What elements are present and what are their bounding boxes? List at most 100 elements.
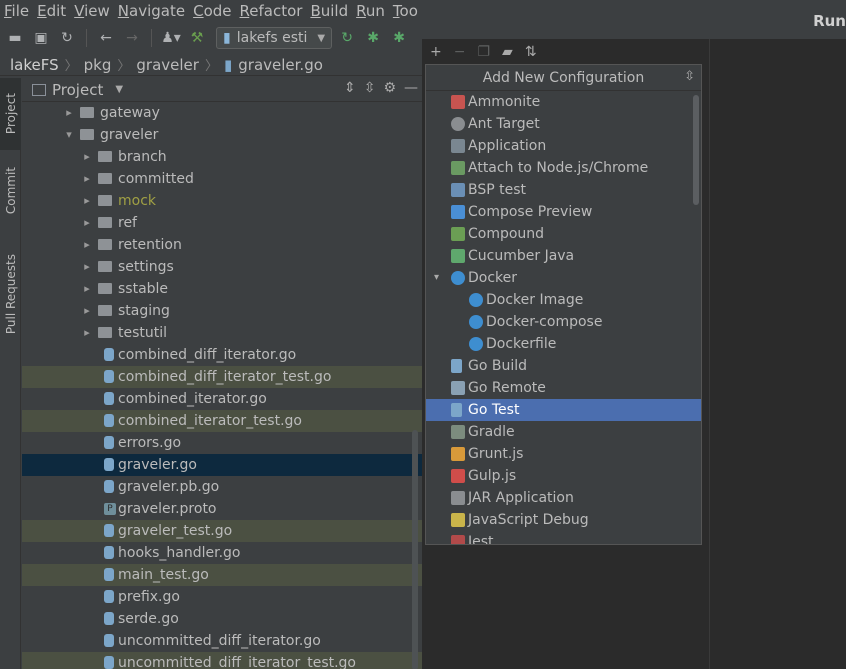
- copy-icon[interactable]: ❐: [477, 44, 490, 60]
- collapse-all-icon[interactable]: ⇳: [364, 80, 376, 96]
- chevron-right-icon[interactable]: ▸: [80, 322, 94, 344]
- breadcrumb-project[interactable]: lakeFS: [10, 56, 59, 74]
- remove-icon[interactable]: −: [454, 44, 466, 60]
- dialog-splitter[interactable]: [709, 39, 710, 669]
- tree-folder-row[interactable]: ▸ ref: [22, 212, 422, 234]
- chevron-right-icon[interactable]: ▸: [80, 146, 94, 168]
- tree-file-row[interactable]: errors.go: [22, 432, 422, 454]
- tree-file-row[interactable]: main_test.go: [22, 564, 422, 586]
- menu-item[interactable]: Edit: [37, 2, 72, 20]
- expand-all-icon[interactable]: ⇕: [344, 80, 356, 96]
- run-coverage-icon[interactable]: ✱: [388, 27, 410, 49]
- tree-file-row[interactable]: graveler_test.go: [22, 520, 422, 542]
- back-arrow-icon[interactable]: ←: [95, 27, 117, 49]
- run-configuration-selector[interactable]: ▮ lakefs esti ▼: [216, 27, 333, 49]
- configuration-type-item[interactable]: Docker Image: [426, 289, 701, 311]
- tool-window-tab-project[interactable]: Project: [0, 78, 21, 150]
- menu-item[interactable]: Navigate: [118, 2, 191, 20]
- configuration-type-item[interactable]: Go Remote: [426, 377, 701, 399]
- tree-folder-row[interactable]: ▸ committed: [22, 168, 422, 190]
- chevron-right-icon[interactable]: ▸: [80, 168, 94, 190]
- hide-icon[interactable]: —: [404, 80, 418, 96]
- configuration-type-item[interactable]: Grunt.js: [426, 443, 701, 465]
- tree-folder-row[interactable]: ▸ settings: [22, 256, 422, 278]
- chevron-right-icon[interactable]: ▸: [80, 190, 94, 212]
- configuration-type-item[interactable]: BSP test: [426, 179, 701, 201]
- configuration-type-item[interactable]: Dockerfile: [426, 333, 701, 355]
- tree-file-row[interactable]: combined_diff_iterator_test.go: [22, 366, 422, 388]
- chevron-right-icon[interactable]: ▸: [80, 256, 94, 278]
- configuration-type-item[interactable]: Go Build: [426, 355, 701, 377]
- popup-scrollbar[interactable]: [693, 95, 699, 205]
- tree-file-row[interactable]: combined_iterator.go: [22, 388, 422, 410]
- tree-folder-row[interactable]: ▸ mock: [22, 190, 422, 212]
- sync-icon[interactable]: ↻: [56, 27, 78, 49]
- menu-item[interactable]: File: [4, 2, 35, 20]
- project-tree-scrollbar[interactable]: [412, 430, 418, 669]
- user-dropdown-icon[interactable]: ♟▾: [160, 27, 182, 49]
- configuration-type-item[interactable]: Ant Target: [426, 113, 701, 135]
- gear-icon[interactable]: ⚙: [383, 80, 396, 96]
- open-folder-icon[interactable]: ▬: [4, 27, 26, 49]
- tree-file-row[interactable]: graveler.pb.go: [22, 476, 422, 498]
- menu-item[interactable]: Run: [356, 2, 391, 20]
- tool-window-tab-pull-requests[interactable]: Pull Requests: [0, 244, 21, 344]
- collapse-icon[interactable]: ⇳: [684, 69, 695, 84]
- configuration-type-item[interactable]: Gulp.js: [426, 465, 701, 487]
- menu-item[interactable]: Code: [193, 2, 237, 20]
- menu-item[interactable]: Too: [393, 2, 424, 20]
- tree-file-row[interactable]: combined_diff_iterator.go: [22, 344, 422, 366]
- configuration-type-item[interactable]: Jest: [426, 531, 701, 544]
- folder-icon[interactable]: ▰: [502, 44, 513, 60]
- save-icon[interactable]: ▣: [30, 27, 52, 49]
- chevron-right-icon[interactable]: ▸: [80, 234, 94, 256]
- sort-icon[interactable]: ⇅: [525, 44, 537, 60]
- tree-folder-row[interactable]: ▸ testutil: [22, 322, 422, 344]
- tree-folder-row[interactable]: ▸ retention: [22, 234, 422, 256]
- tree-file-row[interactable]: uncommitted_diff_iterator_test.go: [22, 652, 422, 669]
- configuration-type-item[interactable]: Application: [426, 135, 701, 157]
- tree-file-row[interactable]: hooks_handler.go: [22, 542, 422, 564]
- breadcrumb-file[interactable]: graveler.go: [238, 56, 323, 74]
- configuration-type-item[interactable]: Go Test: [426, 399, 701, 421]
- rerun-icon[interactable]: ↻: [336, 27, 358, 49]
- chevron-down-icon[interactable]: ▼: [115, 84, 123, 95]
- configuration-type-item[interactable]: Cucumber Java: [426, 245, 701, 267]
- breadcrumb-folder-graveler[interactable]: graveler: [136, 56, 199, 74]
- tree-folder-row[interactable]: ▸ staging: [22, 300, 422, 322]
- configuration-type-item[interactable]: Docker-compose: [426, 311, 701, 333]
- forward-arrow-icon[interactable]: →: [121, 27, 143, 49]
- configuration-type-item[interactable]: Compose Preview: [426, 201, 701, 223]
- tree-folder-row[interactable]: ▸ branch: [22, 146, 422, 168]
- configuration-type-item[interactable]: Attach to Node.js/Chrome: [426, 157, 701, 179]
- tree-file-row[interactable]: Pgraveler.proto: [22, 498, 422, 520]
- chevron-right-icon[interactable]: ▸: [62, 102, 76, 124]
- menu-item[interactable]: Refactor: [240, 2, 309, 20]
- tree-file-row[interactable]: uncommitted_diff_iterator.go: [22, 630, 422, 652]
- configuration-type-item[interactable]: Gradle: [426, 421, 701, 443]
- tree-file-row[interactable]: prefix.go: [22, 586, 422, 608]
- configuration-type-item[interactable]: JavaScript Debug: [426, 509, 701, 531]
- build-hammer-icon[interactable]: ⚒: [186, 27, 208, 49]
- chevron-right-icon[interactable]: ▸: [80, 278, 94, 300]
- tree-file-row[interactable]: combined_iterator_test.go: [22, 410, 422, 432]
- chevron-right-icon[interactable]: ▸: [80, 300, 94, 322]
- configuration-type-item[interactable]: Compound: [426, 223, 701, 245]
- debug-bug-icon[interactable]: ✱: [362, 27, 384, 49]
- chevron-down-icon[interactable]: ▾: [434, 267, 439, 289]
- breadcrumb-folder-pkg[interactable]: pkg: [84, 56, 112, 74]
- tree-folder-row[interactable]: ▾ graveler: [22, 124, 422, 146]
- chevron-right-icon[interactable]: ▸: [80, 212, 94, 234]
- tree-file-row[interactable]: graveler.go: [22, 454, 422, 476]
- configuration-type-item[interactable]: Ammonite: [426, 91, 701, 113]
- menu-item[interactable]: Build: [310, 2, 354, 20]
- chevron-down-icon[interactable]: ▾: [62, 124, 76, 146]
- menu-item[interactable]: View: [74, 2, 116, 20]
- configuration-type-item[interactable]: ▾ Docker: [426, 267, 701, 289]
- add-icon[interactable]: +: [430, 44, 442, 60]
- tree-folder-row[interactable]: ▸ sstable: [22, 278, 422, 300]
- tool-window-tab-commit[interactable]: Commit: [0, 158, 21, 224]
- tree-folder-row[interactable]: ▸ gateway: [22, 102, 422, 124]
- tree-file-row[interactable]: serde.go: [22, 608, 422, 630]
- configuration-type-item[interactable]: JAR Application: [426, 487, 701, 509]
